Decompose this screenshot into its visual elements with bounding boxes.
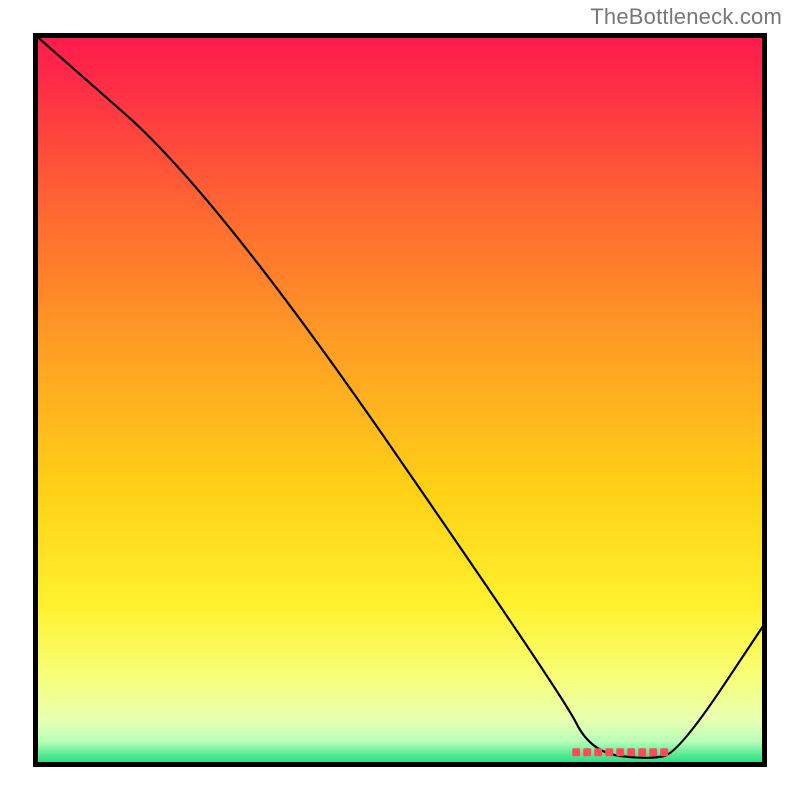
gradient-background (33, 33, 767, 767)
optimum-marker-dot (660, 748, 668, 756)
optimum-marker-dot (572, 748, 580, 756)
optimum-marker-region (572, 748, 668, 756)
optimum-marker-dot (616, 748, 624, 756)
watermark-text: TheBottleneck.com (590, 4, 782, 30)
optimum-marker-dot (638, 748, 646, 756)
chart-container: TheBottleneck.com (0, 0, 800, 800)
optimum-marker-dot (649, 748, 657, 756)
optimum-marker-dot (594, 748, 602, 756)
bottleneck-chart (0, 0, 800, 800)
plot-area (33, 33, 767, 767)
optimum-marker-dot (627, 748, 635, 756)
optimum-marker-dot (583, 748, 591, 756)
optimum-marker-dot (605, 748, 613, 756)
